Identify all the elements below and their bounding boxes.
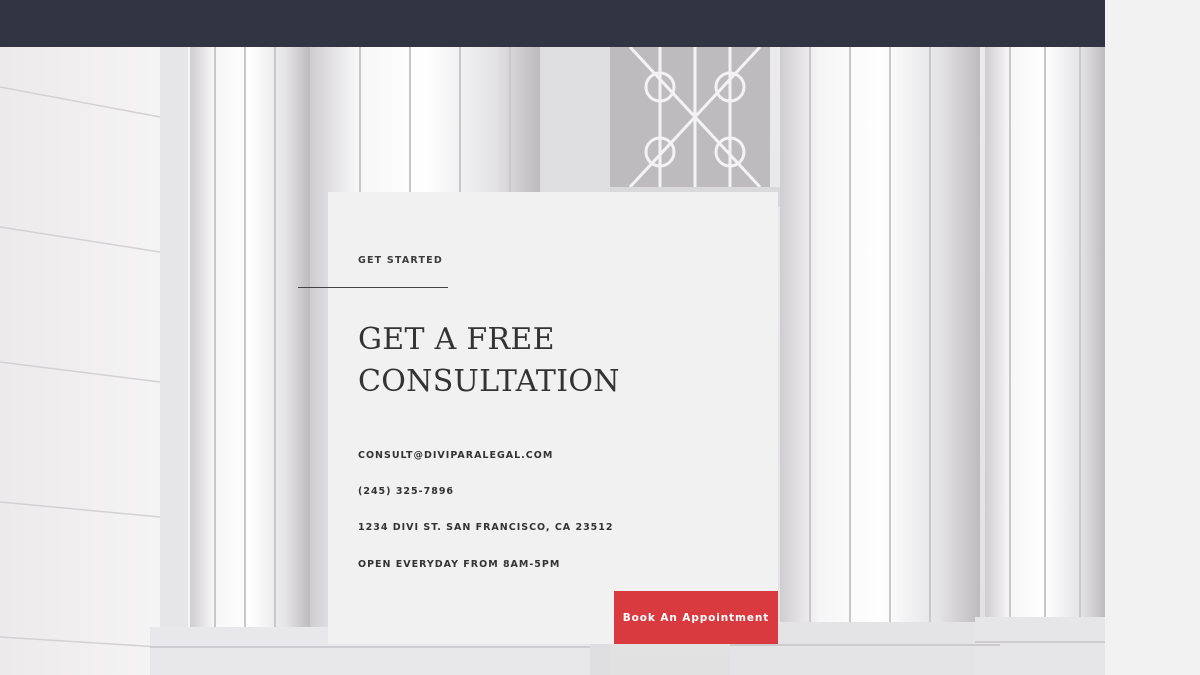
top-navigation-bar — [0, 0, 1105, 47]
consultation-card: GET STARTED GET A FREE CONSULTATION CONS… — [298, 192, 778, 644]
page: GET STARTED GET A FREE CONSULTATION CONS… — [0, 0, 1200, 675]
contact-phone: (245) 325-7896 — [358, 486, 455, 497]
headline-line-2: CONSULTATION — [358, 364, 620, 399]
book-appointment-button[interactable]: Book An Appointment — [614, 591, 778, 644]
opening-hours: OPEN EVERYDAY FROM 8AM-5PM — [358, 559, 561, 570]
contact-email: CONSULT@DIVIPARALEGAL.COM — [358, 450, 554, 461]
contact-address: 1234 DIVI ST. SAN FRANCISCO, CA 23512 — [358, 522, 614, 533]
page-title: GET A FREE CONSULTATION — [358, 319, 658, 403]
headline-line-1: GET A FREE — [358, 322, 555, 357]
page-right-margin — [1105, 0, 1200, 675]
eyebrow-label: GET STARTED — [358, 255, 443, 266]
divider-line — [298, 287, 448, 288]
